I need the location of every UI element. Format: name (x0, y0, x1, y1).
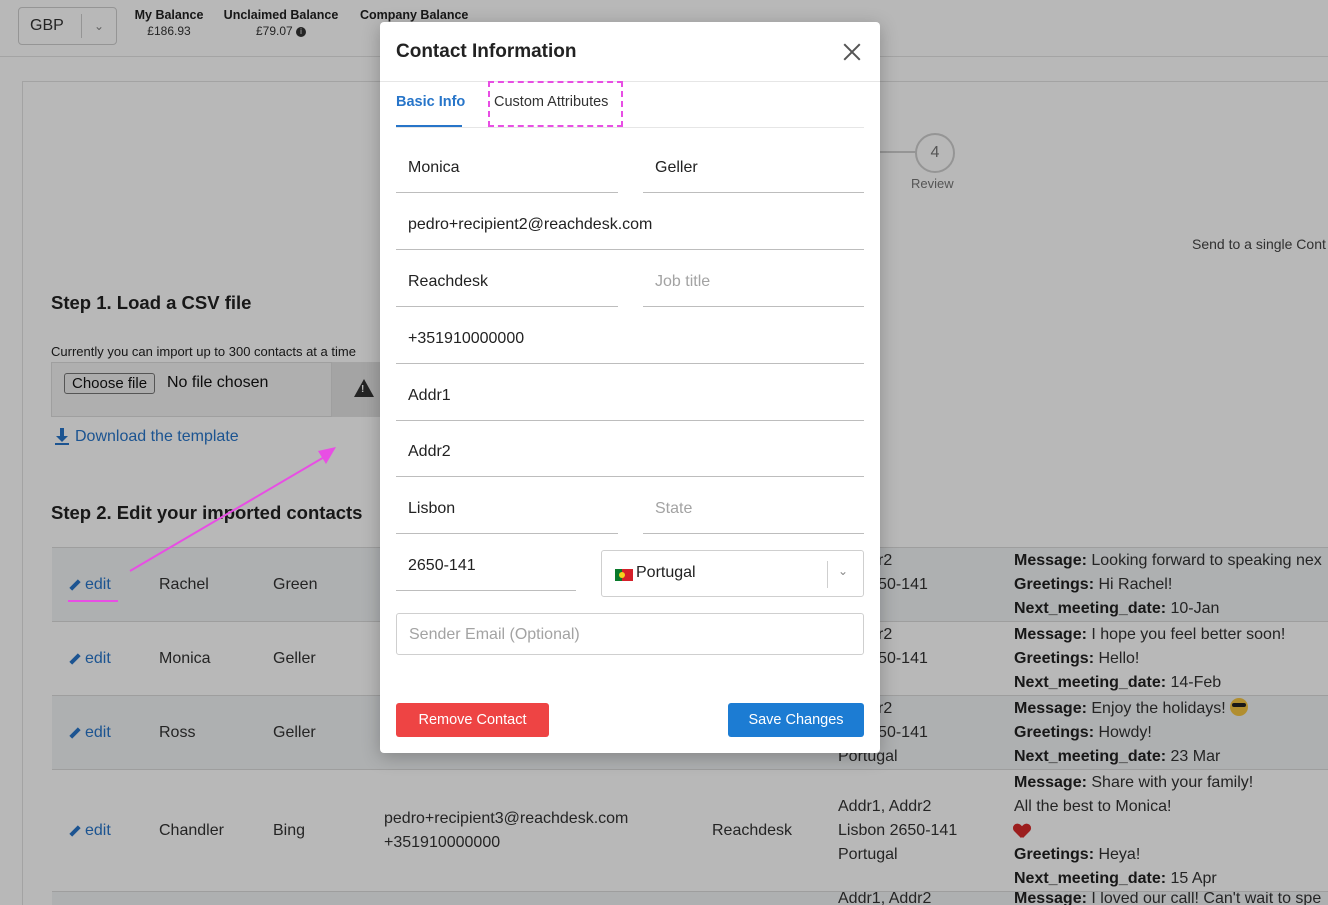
tab-basic-info[interactable]: Basic Info (396, 94, 465, 127)
save-changes-button[interactable]: Save Changes (728, 703, 864, 737)
remove-contact-button[interactable]: Remove Contact (396, 703, 549, 737)
annotation-highlight-box (488, 81, 623, 127)
close-icon[interactable] (842, 42, 862, 62)
portugal-flag-icon (615, 569, 633, 581)
city-field[interactable]: Lisbon (396, 487, 618, 534)
address1-field[interactable]: Addr1 (396, 374, 864, 421)
contact-information-modal: Contact Information Basic Info Custom At… (380, 22, 880, 753)
last-name-field[interactable]: Geller (643, 146, 864, 193)
state-field[interactable]: State (643, 487, 864, 534)
postcode-field[interactable]: 2650-141 (396, 544, 576, 591)
company-field[interactable]: Reachdesk (396, 260, 618, 307)
sender-email-field[interactable]: Sender Email (Optional) (396, 613, 864, 655)
chevron-down-icon: ⌄ (838, 564, 849, 578)
country-select[interactable]: Portugal ⌄ (601, 550, 864, 597)
email-field[interactable]: pedro+recipient2@reachdesk.com (396, 203, 864, 250)
job-title-field[interactable]: Job title (643, 260, 864, 307)
address2-field[interactable]: Addr2 (396, 430, 864, 477)
phone-field[interactable]: +351910000000 (396, 317, 864, 364)
first-name-field[interactable]: Monica (396, 146, 618, 193)
modal-title: Contact Information (396, 41, 577, 62)
